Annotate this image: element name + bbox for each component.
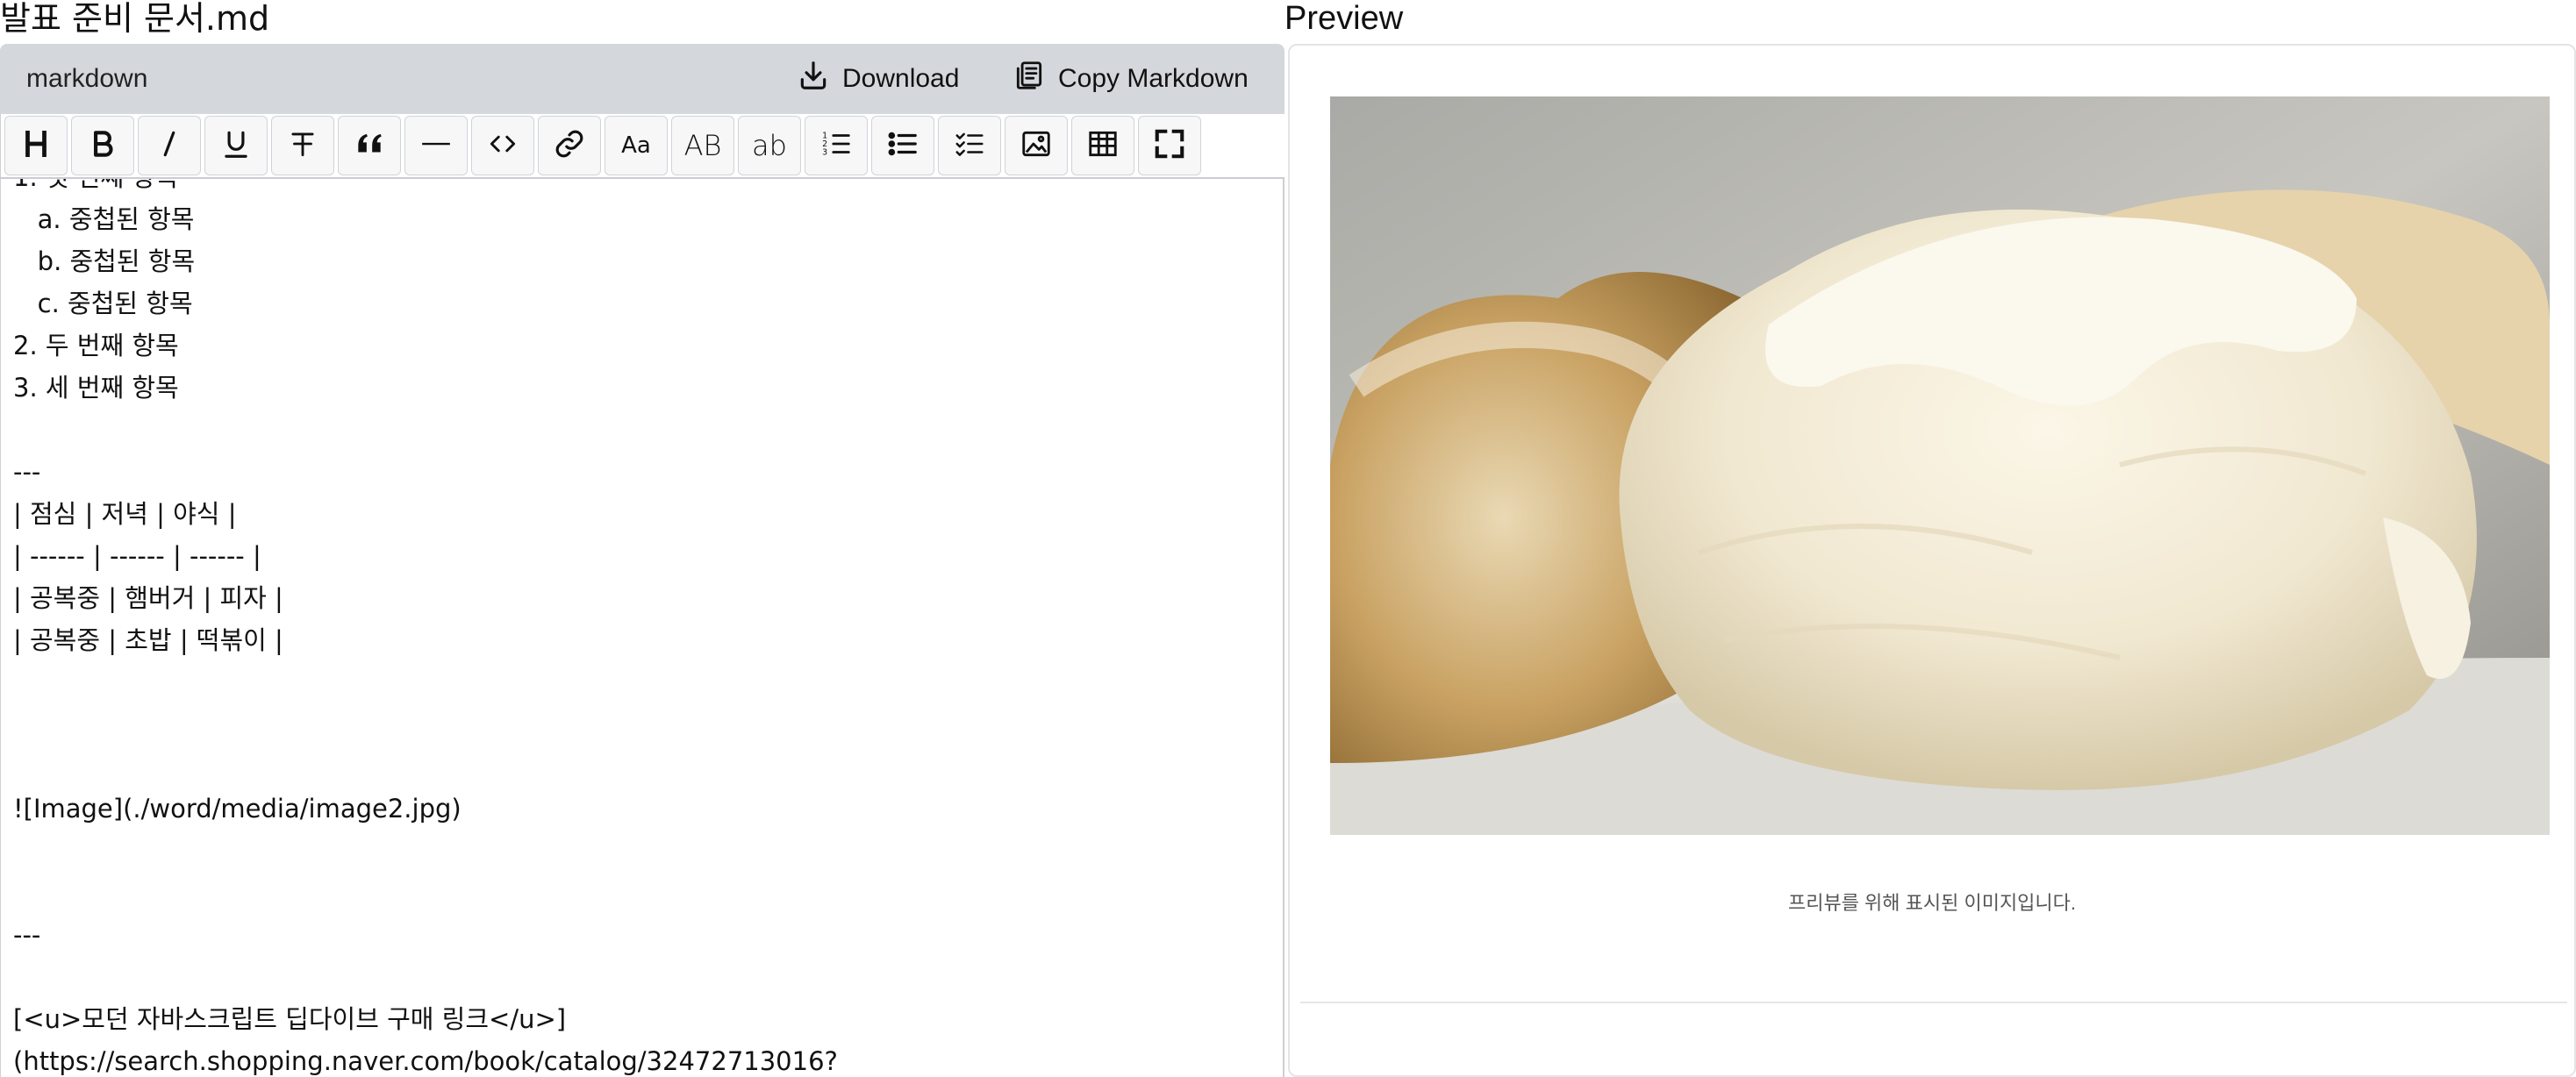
bold-button[interactable] (71, 116, 134, 175)
uppercase-icon: AB (683, 129, 722, 162)
unordered-list-icon (886, 127, 919, 165)
font-size-icon: Aa (621, 132, 651, 159)
table-icon (1086, 127, 1120, 165)
editor-header: markdown Download Copy Markdown (0, 44, 1284, 114)
editor-pane: 발표 준비 문서.md markdown Download Copy Markd… (0, 0, 1284, 1077)
copy-label: Copy Markdown (1058, 64, 1249, 93)
horizontal-rule-button[interactable] (404, 116, 468, 175)
font-size-button[interactable]: Aa (605, 116, 668, 175)
code-icon (486, 127, 519, 165)
lowercase-button[interactable]: ab (738, 116, 801, 175)
preview-title: Preview (1284, 0, 1404, 37)
heading-icon (19, 127, 53, 165)
horizontal-rule-icon (419, 127, 453, 165)
copy-icon (1013, 59, 1046, 99)
fullscreen-button[interactable] (1138, 116, 1201, 175)
formatting-toolbar: Aa AB ab 123 (0, 114, 1284, 179)
underline-icon (219, 127, 253, 165)
download-label: Download (842, 64, 960, 93)
svg-text:3: 3 (822, 147, 827, 157)
underline-button[interactable] (204, 116, 268, 175)
link-icon (553, 127, 586, 165)
copy-markdown-button[interactable]: Copy Markdown (1013, 44, 1249, 114)
italic-button[interactable] (138, 116, 201, 175)
unordered-list-button[interactable] (871, 116, 934, 175)
fullscreen-icon (1153, 127, 1186, 165)
markdown-editor[interactable]: 1. 첫 번째 항목 a. 중첩된 항목 b. 중첩된 항목 c. 중첩된 항목… (0, 179, 1284, 1077)
download-button[interactable]: Download (797, 44, 959, 114)
checklist-icon (953, 127, 986, 165)
ordered-list-icon: 123 (819, 127, 853, 165)
preview-image (1330, 96, 2550, 835)
markdown-content[interactable]: 1. 첫 번째 항목 a. 중첩된 항목 b. 중첩된 항목 c. 중첩된 항목… (13, 179, 838, 1077)
quote-button[interactable] (338, 116, 401, 175)
strikethrough-button[interactable] (271, 116, 334, 175)
quote-icon (353, 127, 386, 165)
link-button[interactable] (538, 116, 601, 175)
preview-pane: Preview 프리뷰를 위해 표시된 이미지입니다. (1284, 0, 2576, 1077)
lowercase-icon: ab (752, 129, 787, 162)
image-icon (1020, 127, 1053, 165)
checklist-button[interactable] (938, 116, 1001, 175)
heading-button[interactable] (4, 116, 68, 175)
bold-icon (86, 127, 119, 165)
code-button[interactable] (471, 116, 534, 175)
image-button[interactable] (1005, 116, 1068, 175)
italic-icon (153, 127, 186, 165)
language-label: markdown (26, 64, 148, 93)
preview-divider (1300, 1002, 2567, 1003)
file-title: 발표 준비 문서.md (0, 0, 270, 38)
preview-panel: 프리뷰를 위해 표시된 이미지입니다. (1288, 44, 2576, 1077)
uppercase-button[interactable]: AB (671, 116, 734, 175)
strikethrough-icon (286, 127, 319, 165)
image-caption: 프리뷰를 위해 표시된 이미지입니다. (1787, 892, 2077, 914)
table-button[interactable] (1071, 116, 1134, 175)
ordered-list-button[interactable]: 123 (805, 116, 868, 175)
download-icon (797, 59, 830, 99)
